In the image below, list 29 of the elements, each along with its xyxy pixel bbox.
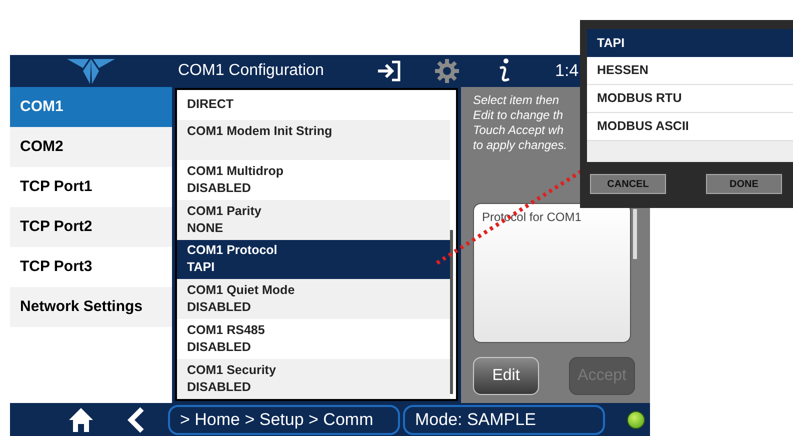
setting-row[interactable]: COM1 Quiet Mode DISABLED — [177, 279, 450, 320]
instruction-text: Touch Accept wh — [473, 123, 564, 138]
sidebar-item[interactable]: COM2 — [10, 127, 172, 167]
sidebar-item[interactable]: Network Settings — [10, 287, 172, 327]
status-led — [627, 410, 645, 428]
setting-row[interactable]: COM1 Parity NONE — [177, 200, 450, 240]
action-button[interactable]: Edit — [473, 357, 539, 395]
setting-row[interactable]: COM1 Security DISABLED — [177, 359, 450, 399]
popup-button[interactable]: CANCEL — [590, 174, 666, 194]
setting-row[interactable]: COM1 Modem Init String — [177, 120, 450, 160]
popup-option[interactable]: MODBUS ASCII — [587, 113, 793, 141]
popup-option[interactable]: TAPI — [587, 29, 793, 57]
mode-indicator: Mode: SAMPLE — [403, 404, 605, 434]
instruction-text: Select item then — [473, 93, 560, 108]
popup-button[interactable]: DONE — [706, 174, 782, 194]
popup-option[interactable]: HESSEN — [587, 57, 793, 85]
back-chevron-icon[interactable] — [126, 406, 146, 432]
sidebar-item[interactable]: COM1 — [10, 87, 172, 127]
setting-row[interactable]: COM1 Protocol TAPI — [177, 240, 450, 280]
clock-time: 1:4 — [555, 60, 579, 82]
screen-title: COM1 Configuration — [178, 61, 325, 81]
sign-in-icon[interactable] — [376, 60, 402, 82]
sidebar-item[interactable]: TCP Port2 — [10, 207, 172, 247]
description-scrollbar — [633, 209, 637, 259]
instruction-text: Edit to change th — [473, 108, 564, 123]
home-icon[interactable] — [68, 406, 94, 432]
popup-option[interactable]: MODBUS RTU — [587, 85, 793, 113]
breadcrumb[interactable]: > Home > Setup > Comm — [168, 404, 400, 434]
instruction-text: to apply changes. — [473, 138, 568, 153]
